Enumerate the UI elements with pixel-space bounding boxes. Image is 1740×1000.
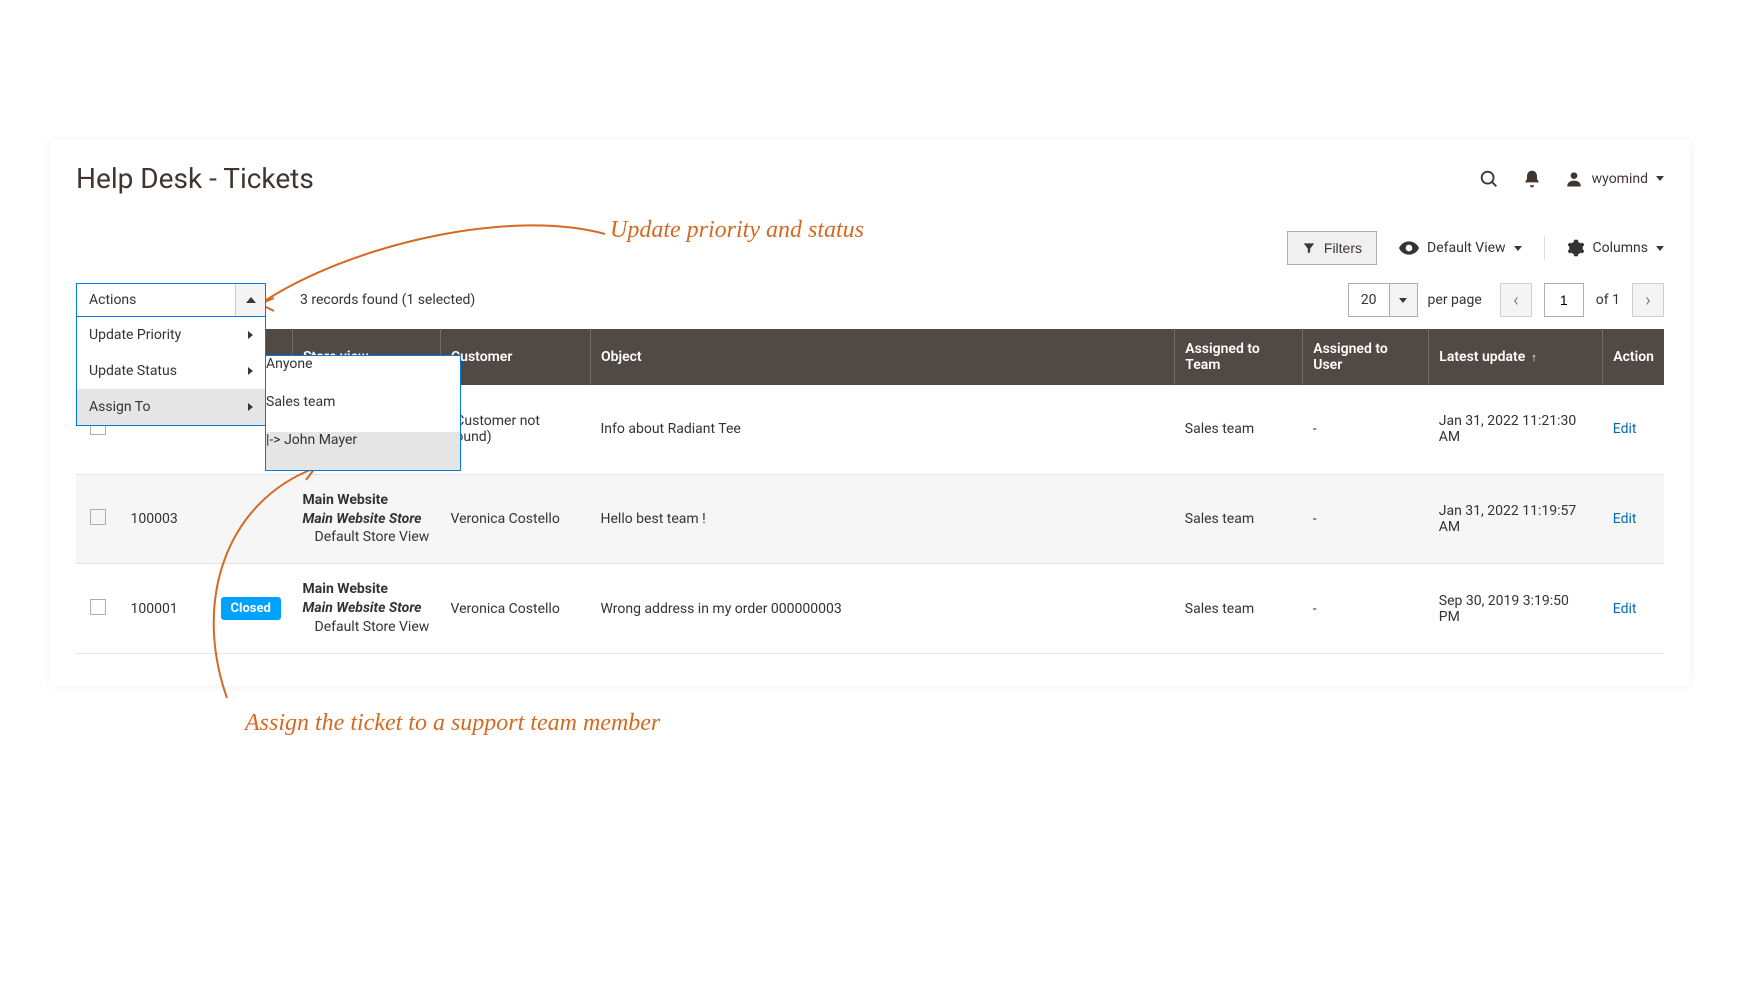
cell-user: - [1303, 474, 1429, 564]
columns-label: Columns [1593, 240, 1648, 256]
per-page-label: per page [1428, 292, 1482, 308]
page-size-select[interactable]: 20 [1348, 283, 1418, 317]
table-row[interactable]: 100001 Closed Main WebsiteMain Website Sto… [76, 564, 1664, 654]
cell-team: Sales team [1175, 474, 1303, 564]
eye-icon [1399, 241, 1419, 255]
actions-menu: Update Priority Update Status Assign To [76, 317, 266, 426]
annotation-assign-member: Assign the ticket to a support team memb… [245, 710, 660, 737]
sort-asc-icon: ↑ [1531, 351, 1537, 364]
cell-object: Hello best team ! [591, 474, 1175, 564]
filters-button[interactable]: Filters [1287, 231, 1377, 265]
actions-dropdown-trigger[interactable]: Actions [76, 283, 266, 317]
caret-down-icon [1656, 246, 1664, 251]
edit-link[interactable]: Edit [1613, 421, 1637, 437]
page-prev-button[interactable]: ‹ [1500, 283, 1532, 317]
col-action: Action [1603, 329, 1664, 385]
cell-latest: Jan 31, 2022 11:21:30 AM [1429, 385, 1603, 474]
action-item-label: Update Status [89, 363, 177, 379]
col-object[interactable]: Object [591, 329, 1175, 385]
caret-down-icon [1656, 176, 1664, 181]
edit-link[interactable]: Edit [1613, 601, 1637, 617]
filters-label: Filters [1324, 240, 1362, 256]
submenu-arrow-icon [248, 403, 253, 411]
cell-store: Main WebsiteMain Website StoreDefault St… [293, 474, 441, 564]
action-item-label: Assign To [89, 399, 150, 415]
col-team[interactable]: Assigned to Team [1175, 329, 1303, 385]
cell-user: - [1303, 564, 1429, 654]
status-badge: Closed [221, 597, 281, 620]
cell-store: Main WebsiteMain Website StoreDefault St… [293, 564, 441, 654]
notifications-icon[interactable] [1522, 169, 1542, 189]
cell-customer: Veronica Costello [441, 474, 591, 564]
page-title: Help Desk - Tickets [76, 162, 314, 195]
user-menu[interactable]: wyomind [1564, 169, 1664, 189]
cell-latest: Sep 30, 2019 3:19:50 PM [1429, 564, 1603, 654]
row-checkbox[interactable] [90, 509, 106, 525]
submenu-item-label: |-> John Mayer [266, 432, 357, 448]
submenu-item-label: Anyone [266, 356, 313, 372]
edit-link[interactable]: Edit [1613, 511, 1637, 527]
action-update-status[interactable]: Update Status [77, 353, 265, 389]
assign-to-submenu: Anyone Sales team |-> John Mayer [265, 355, 461, 471]
username-label: wyomind [1592, 171, 1648, 187]
actions-label: Actions [89, 292, 136, 308]
col-customer[interactable]: Customer [441, 329, 591, 385]
assign-anyone[interactable]: Anyone [266, 356, 460, 394]
default-view-button[interactable]: Default View [1399, 240, 1522, 256]
page-total-label: of 1 [1596, 292, 1620, 308]
caret-down-icon [1514, 246, 1522, 251]
page-current-input[interactable] [1544, 283, 1584, 317]
submenu-item-label: Sales team [266, 394, 335, 410]
page-next-button[interactable]: › [1632, 283, 1664, 317]
col-latest-label: Latest update [1439, 349, 1525, 365]
action-item-label: Update Priority [89, 327, 181, 343]
row-checkbox[interactable] [90, 599, 106, 615]
col-latest[interactable]: Latest update ↑ [1429, 329, 1603, 385]
default-view-label: Default View [1427, 240, 1506, 256]
gear-icon [1567, 239, 1585, 257]
actions-toggle-icon [235, 284, 265, 316]
cell-object: Info about Radiant Tee [591, 385, 1175, 474]
cell-status: Closed [211, 564, 293, 654]
page-size-value: 20 [1349, 292, 1389, 308]
cell-user: - [1303, 385, 1429, 474]
page-size-toggle [1389, 284, 1417, 316]
col-user[interactable]: Assigned to User [1303, 329, 1429, 385]
cell-id: 100003 [121, 474, 211, 564]
assign-sales-team[interactable]: Sales team [266, 394, 460, 432]
records-found-label: 3 records found (1 selected) [300, 292, 475, 308]
cell-status [211, 474, 293, 564]
cell-id: 100001 [121, 564, 211, 654]
action-assign-to[interactable]: Assign To [77, 389, 265, 425]
submenu-arrow-icon [248, 331, 253, 339]
cell-team: Sales team [1175, 385, 1303, 474]
cell-customer: (Customer not found) [441, 385, 591, 474]
submenu-arrow-icon [248, 367, 253, 375]
user-icon [1564, 169, 1584, 189]
search-icon[interactable] [1478, 168, 1500, 190]
cell-team: Sales team [1175, 564, 1303, 654]
cell-object: Wrong address in my order 000000003 [591, 564, 1175, 654]
assign-john-mayer[interactable]: |-> John Mayer [266, 432, 460, 470]
table-row[interactable]: 100003 Main WebsiteMain Website StoreDefa… [76, 474, 1664, 564]
funnel-icon [1302, 241, 1316, 255]
columns-button[interactable]: Columns [1567, 239, 1664, 257]
cell-customer: Veronica Costello [441, 564, 591, 654]
divider [1544, 236, 1545, 260]
action-update-priority[interactable]: Update Priority [77, 317, 265, 353]
cell-latest: Jan 31, 2022 11:19:57 AM [1429, 474, 1603, 564]
annotation-priority-status: Update priority and status [610, 217, 864, 244]
